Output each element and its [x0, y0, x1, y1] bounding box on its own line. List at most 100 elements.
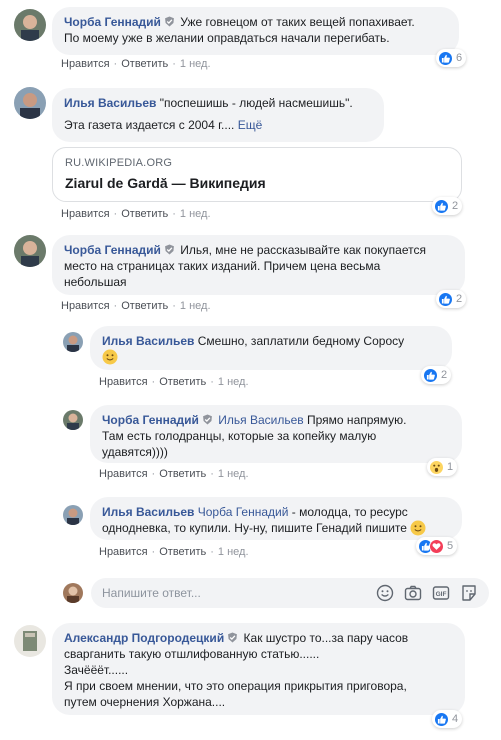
mention-link[interactable]: Илья Васильев [218, 413, 303, 427]
reaction-count: 2 [456, 293, 463, 305]
slight-smile-emoji-icon [102, 349, 118, 365]
comment-text: однодневка, то купили. Ну-ну, пишите Ген… [102, 521, 407, 535]
love-reaction-icon [429, 538, 444, 554]
slight-smile-emoji-icon [410, 520, 426, 536]
reply-link[interactable]: Ответить [121, 300, 168, 312]
reply-box[interactable]: GIF [91, 578, 489, 608]
comment-text: Илья, мне не рассказывайте как покупаетс… [180, 243, 426, 257]
reaction-count: 2 [441, 369, 448, 381]
timestamp[interactable]: 1 нед. [218, 376, 249, 388]
comment-text: удавятся)))) [102, 445, 168, 459]
comment-text: - молодца, то ресурс [291, 505, 408, 519]
comment-bubble: Чорба Геннадий Илья, мне не рассказывайт… [52, 235, 465, 295]
like-reaction-icon [434, 711, 449, 727]
reply-actions: Нравится · Ответить · 1 нед. [99, 376, 249, 388]
comment-bubble: Александр Подгородецкий Как шустро то...… [52, 623, 465, 715]
reply-bubble: Илья Васильев Чорба Геннадий - молодца, … [90, 497, 462, 540]
camera-icon[interactable] [404, 584, 422, 602]
comment-text: Зачёёёт...... [64, 663, 129, 677]
link-preview-card[interactable]: RU.WIKIPEDIA.ORG Ziarul de Gardă — Викип… [52, 147, 462, 202]
avatar[interactable] [14, 235, 46, 267]
avatar[interactable] [14, 87, 46, 119]
reply-link[interactable]: Ответить [159, 546, 206, 558]
comment-actions: Нравится · Ответить · 1 нед. [61, 300, 211, 312]
comment-text: место на страницах таких изданий. Причем… [64, 259, 381, 273]
reply-input[interactable] [102, 578, 352, 608]
like-reaction-icon [438, 50, 453, 66]
comment-text: Там есть голодранцы, которые за копейку … [102, 429, 377, 443]
like-link[interactable]: Нравится [61, 208, 110, 220]
comment-author[interactable]: Чорба Геннадий [64, 15, 161, 29]
reply-bubble: Илья Васильев Смешно, заплатили бедному … [90, 326, 452, 370]
reaction-summary[interactable]: 2 [436, 290, 467, 308]
reaction-summary[interactable]: 2 [421, 366, 452, 384]
comment-author[interactable]: Александр Подгородецкий [64, 631, 224, 645]
like-link[interactable]: Нравится [99, 376, 148, 388]
comment-actions: Нравится · Ответить · 1 нед. [61, 58, 211, 70]
comment-actions: Нравится · Ответить · 1 нед. [61, 208, 211, 220]
timestamp[interactable]: 1 нед. [180, 300, 211, 312]
current-user-avatar [63, 583, 83, 603]
avatar[interactable] [63, 332, 83, 352]
reply-link[interactable]: Ответить [159, 468, 206, 480]
timestamp[interactable]: 1 нед. [180, 208, 211, 220]
link-title[interactable]: Ziarul de Gardă — Википедия [65, 175, 449, 191]
comment-text: Я при своем мнении, что это операция при… [64, 679, 407, 693]
reaction-summary[interactable]: 2 [432, 197, 463, 215]
comment-author[interactable]: Чорба Геннадий [102, 413, 199, 427]
verified-badge-icon [228, 632, 238, 643]
like-link[interactable]: Нравится [99, 468, 148, 480]
timestamp[interactable]: 1 нед. [218, 468, 249, 480]
avatar[interactable] [63, 505, 83, 525]
reaction-summary[interactable]: 4 [432, 710, 463, 728]
reply-actions: Нравится · Ответить · 1 нед. [99, 546, 249, 558]
reply-link[interactable]: Ответить [159, 376, 206, 388]
comment-text: путем очернения Хоржана.... [64, 695, 226, 709]
like-link[interactable]: Нравится [61, 300, 110, 312]
verified-badge-icon [165, 244, 174, 255]
reply-actions: Нравится · Ответить · 1 нед. [99, 468, 249, 480]
reply-link[interactable]: Ответить [121, 58, 168, 70]
mention-link[interactable]: Чорба Геннадий [198, 505, 289, 519]
comment-text: "поспешишь - людей насмешишь". [159, 96, 353, 110]
reaction-count: 4 [452, 713, 459, 725]
comment-text: Смешно, заплатили бедному Соросу [197, 334, 405, 348]
timestamp[interactable]: 1 нед. [180, 58, 211, 70]
comment-author[interactable]: Илья Васильев [102, 505, 194, 519]
like-link[interactable]: Нравится [61, 58, 110, 70]
see-more-link[interactable]: Ещё [238, 118, 263, 132]
comment-text: небольшая [64, 275, 127, 289]
svg-text:GIF: GIF [436, 591, 447, 598]
reaction-count: 2 [452, 200, 459, 212]
emoji-icon[interactable] [376, 584, 394, 602]
reaction-summary[interactable]: 6 [436, 49, 467, 67]
comment-text: Уже говнецом от таких вещей попахивает. [180, 15, 415, 29]
comment-text: По моему уже в желании оправдаться начал… [64, 31, 390, 45]
verified-badge-icon [203, 414, 212, 425]
comment-author[interactable]: Илья Васильев [64, 96, 156, 110]
reaction-count: 5 [447, 540, 454, 552]
link-domain: RU.WIKIPEDIA.ORG [65, 157, 173, 169]
reaction-count: 6 [456, 52, 463, 64]
verified-badge-icon [165, 16, 174, 27]
avatar[interactable] [14, 9, 46, 41]
avatar[interactable] [14, 625, 46, 657]
wow-reaction-icon [429, 459, 444, 475]
comment-text: сварганить такую отшлифованную статью...… [64, 647, 320, 661]
timestamp[interactable]: 1 нед. [218, 546, 249, 558]
comment-text: Эта газета издается с 2004 г.... [64, 118, 235, 132]
reaction-summary[interactable]: 5 [416, 537, 458, 555]
reaction-count: 1 [447, 461, 454, 473]
sticker-icon[interactable] [460, 584, 478, 602]
gif-icon[interactable]: GIF [432, 584, 450, 602]
like-reaction-icon [434, 198, 449, 214]
comment-author[interactable]: Чорба Геннадий [64, 243, 161, 257]
like-link[interactable]: Нравится [99, 546, 148, 558]
avatar[interactable] [63, 410, 83, 430]
comment-bubble: Чорба Геннадий Уже говнецом от таких вещ… [52, 7, 459, 55]
comment-bubble: Илья Васильев "поспешишь - людей насмеши… [52, 88, 384, 142]
like-reaction-icon [438, 291, 453, 307]
reaction-summary[interactable]: 1 [427, 458, 458, 476]
reply-link[interactable]: Ответить [121, 208, 168, 220]
comment-author[interactable]: Илья Васильев [102, 334, 194, 348]
